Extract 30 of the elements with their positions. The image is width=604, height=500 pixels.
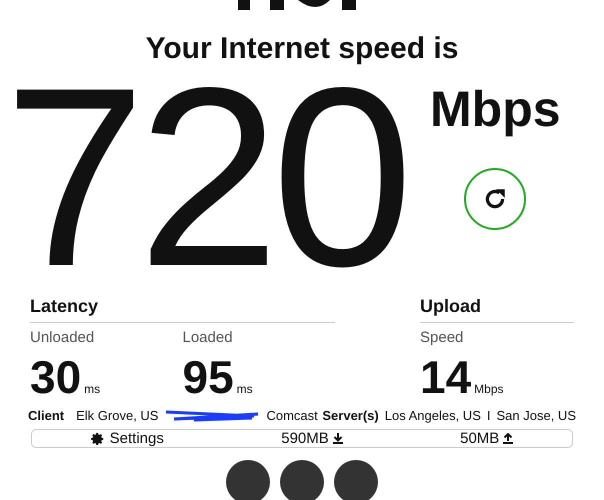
download-icon [332,433,343,444]
settings-icon [90,432,105,446]
upload-size: 50MB [460,430,500,447]
upload-icon [503,433,514,444]
server-label: Server(s) [322,408,379,423]
metric-value: 14 [420,350,472,404]
metric-label: Unloaded [30,329,96,346]
section-title: Latency [30,296,335,323]
share-button[interactable] [334,460,378,500]
server-location: San Jose, US [496,408,576,423]
client-isp: Comcast [266,408,318,423]
settings-button[interactable]: Settings [90,430,164,447]
metric-label: Speed [420,329,464,346]
section-title: Upload [420,296,574,323]
server-location: Los Angeles, US [384,408,481,423]
download-size: 590MB [281,430,329,447]
speed-value: 720 [4,68,406,288]
metric-value: 30 [30,350,82,404]
separator: I [486,408,490,423]
client-location: Elk Grove, US [76,408,158,423]
share-button[interactable] [280,460,324,500]
client-label: Client [28,408,64,423]
metric-value: 95 [182,350,234,404]
headline: Your Internet speed is [146,32,458,66]
speed-unit: Mbps [430,80,561,138]
metric-unit: ms [84,382,100,396]
share-button[interactable] [226,460,270,500]
metric-unit: ms [236,382,253,396]
metric-unit: Mbps [474,382,504,396]
metric-label: Loaded [182,329,234,346]
